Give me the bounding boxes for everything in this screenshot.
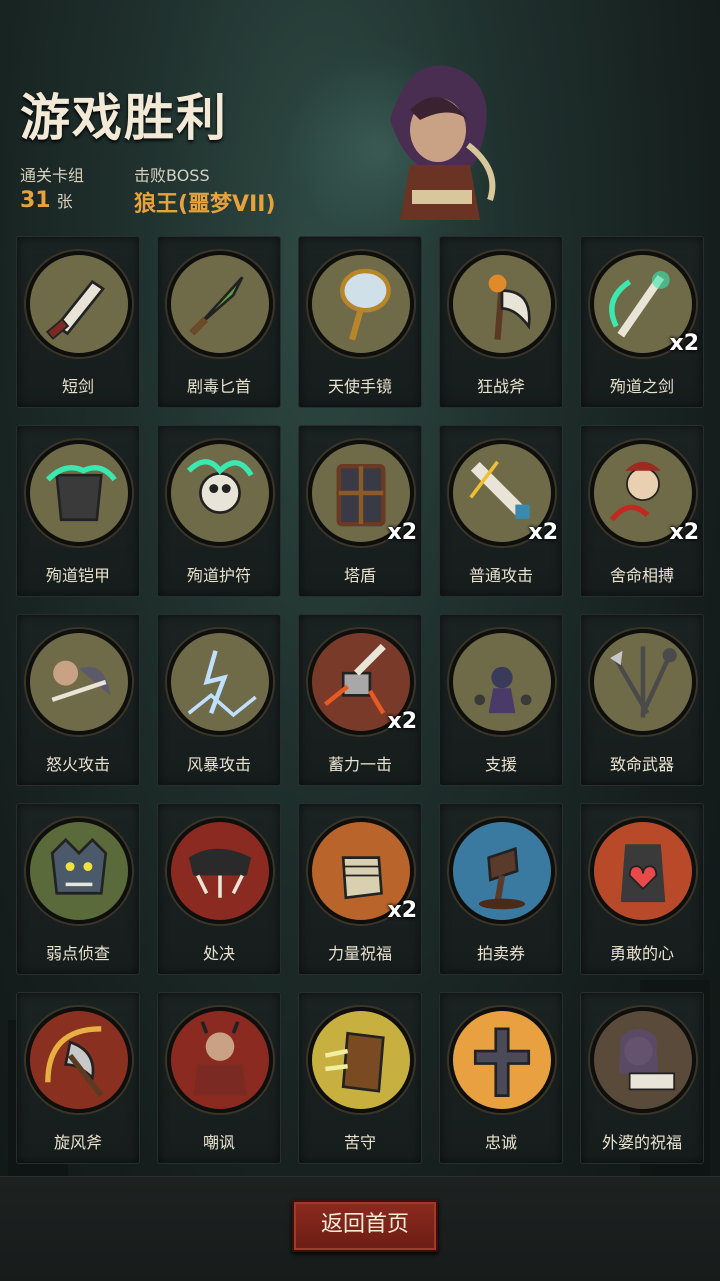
card-count-badge: x2 — [387, 898, 418, 923]
loyalty-icon — [449, 1007, 555, 1113]
card-count-badge: x2 — [387, 520, 418, 545]
card-deadly-weapons[interactable]: 致命武器 — [580, 614, 704, 786]
grandma-blessing-icon — [590, 1007, 696, 1113]
card-execution[interactable]: 处决 — [157, 803, 281, 975]
card-grandma-blessing[interactable]: 外婆的祝福 — [580, 992, 704, 1164]
card-brave-heart[interactable]: 勇敢的心 — [580, 803, 704, 975]
card-weakness-scout[interactable]: 弱点侦查 — [16, 803, 140, 975]
deck-count-value: 31 — [20, 188, 51, 213]
support-icon — [449, 629, 555, 735]
martyr-armor-icon — [26, 440, 132, 546]
card-grid: 短剑 剧毒匕首 天使手镜 狂战斧 殉道之剑 x2 殉道铠甲 殉道护符 塔盾 x2 普通攻击 x2 舍命相… — [16, 236, 706, 1164]
martyr-amulet-icon — [167, 440, 273, 546]
card-label: 支援 — [484, 755, 517, 774]
deck-label: 通关卡组 — [20, 166, 85, 185]
card-taunt[interactable]: 嘲讽 — [157, 992, 281, 1164]
card-label: 剧毒匕首 — [186, 377, 251, 396]
card-charged-strike[interactable]: 蓄力一击 x2 — [298, 614, 422, 786]
deadly-weapons-icon — [590, 629, 696, 735]
card-berserker-axe[interactable]: 狂战斧 — [439, 236, 563, 408]
card-label: 外婆的祝福 — [601, 1133, 682, 1152]
card-label: 苦守 — [343, 1133, 376, 1152]
card-count-badge: x2 — [387, 709, 418, 734]
card-storm-attack[interactable]: 风暴攻击 — [157, 614, 281, 786]
card-count-badge: x2 — [528, 520, 559, 545]
card-label: 天使手镜 — [327, 377, 392, 396]
card-label: 舍命相搏 — [609, 566, 674, 585]
card-label: 忠诚 — [484, 1133, 517, 1152]
card-label: 拍卖券 — [476, 944, 525, 963]
page-title: 游戏胜利 — [20, 89, 228, 147]
boss-label: 击败BOSS — [134, 166, 210, 185]
card-label: 塔盾 — [343, 566, 376, 585]
card-label: 勇敢的心 — [609, 944, 674, 963]
weakness-scout-icon — [26, 818, 132, 924]
card-angel-hand-mirror[interactable]: 天使手镜 — [298, 236, 422, 408]
card-label: 致命武器 — [609, 755, 674, 774]
card-tower-shield[interactable]: 塔盾 x2 — [298, 425, 422, 597]
card-label: 嘲讽 — [202, 1133, 235, 1152]
hard-defense-icon — [308, 1007, 414, 1113]
card-auction-ticket[interactable]: 拍卖券 — [439, 803, 563, 975]
card-strength-blessing[interactable]: 力量祝福 x2 — [298, 803, 422, 975]
card-label: 殉道护符 — [186, 566, 251, 585]
card-label: 短剑 — [61, 377, 94, 396]
execution-icon — [167, 818, 273, 924]
whirlwind-axe-icon — [26, 1007, 132, 1113]
card-label: 力量祝福 — [327, 944, 392, 963]
brave-heart-icon — [590, 818, 696, 924]
deck-unit: 张 — [56, 192, 73, 211]
card-count-badge: x2 — [669, 331, 700, 356]
berserker-axe-icon — [449, 251, 555, 357]
card-whirlwind-axe[interactable]: 旋风斧 — [16, 992, 140, 1164]
card-label: 怒火攻击 — [45, 755, 110, 774]
card-martyr-sword[interactable]: 殉道之剑 x2 — [580, 236, 704, 408]
short-sword-icon — [26, 251, 132, 357]
card-label: 弱点侦查 — [45, 944, 110, 963]
card-label: 旋风斧 — [53, 1133, 102, 1152]
auction-ticket-icon — [449, 818, 555, 924]
card-label: 殉道铠甲 — [45, 566, 110, 585]
card-fury-attack[interactable]: 怒火攻击 — [16, 614, 140, 786]
poison-dagger-icon — [167, 251, 273, 357]
card-martyr-amulet[interactable]: 殉道护符 — [157, 425, 281, 597]
card-label: 蓄力一击 — [327, 755, 392, 774]
card-label: 狂战斧 — [476, 377, 525, 396]
card-label: 处决 — [202, 944, 235, 963]
card-short-sword[interactable]: 短剑 — [16, 236, 140, 408]
taunt-icon — [167, 1007, 273, 1113]
deck-count: 31 张 — [20, 188, 73, 213]
storm-attack-icon — [167, 629, 273, 735]
boss-name: 狼王(噩梦VII) — [134, 192, 276, 217]
card-label: 风暴攻击 — [186, 755, 251, 774]
card-label: 普通攻击 — [468, 566, 533, 585]
card-count-badge: x2 — [669, 520, 700, 545]
hooded-hero-icon — [390, 65, 496, 220]
return-home-button[interactable]: 返回首页 — [292, 1200, 438, 1252]
fury-attack-icon — [26, 629, 132, 735]
card-desperate-fight[interactable]: 舍命相搏 x2 — [580, 425, 704, 597]
card-support[interactable]: 支援 — [439, 614, 563, 786]
angel-hand-mirror-icon — [308, 251, 414, 357]
card-martyr-armor[interactable]: 殉道铠甲 — [16, 425, 140, 597]
card-hard-defense[interactable]: 苦守 — [298, 992, 422, 1164]
card-label: 殉道之剑 — [609, 377, 674, 396]
card-normal-attack[interactable]: 普通攻击 x2 — [439, 425, 563, 597]
card-poison-dagger[interactable]: 剧毒匕首 — [157, 236, 281, 408]
card-loyalty[interactable]: 忠诚 — [439, 992, 563, 1164]
